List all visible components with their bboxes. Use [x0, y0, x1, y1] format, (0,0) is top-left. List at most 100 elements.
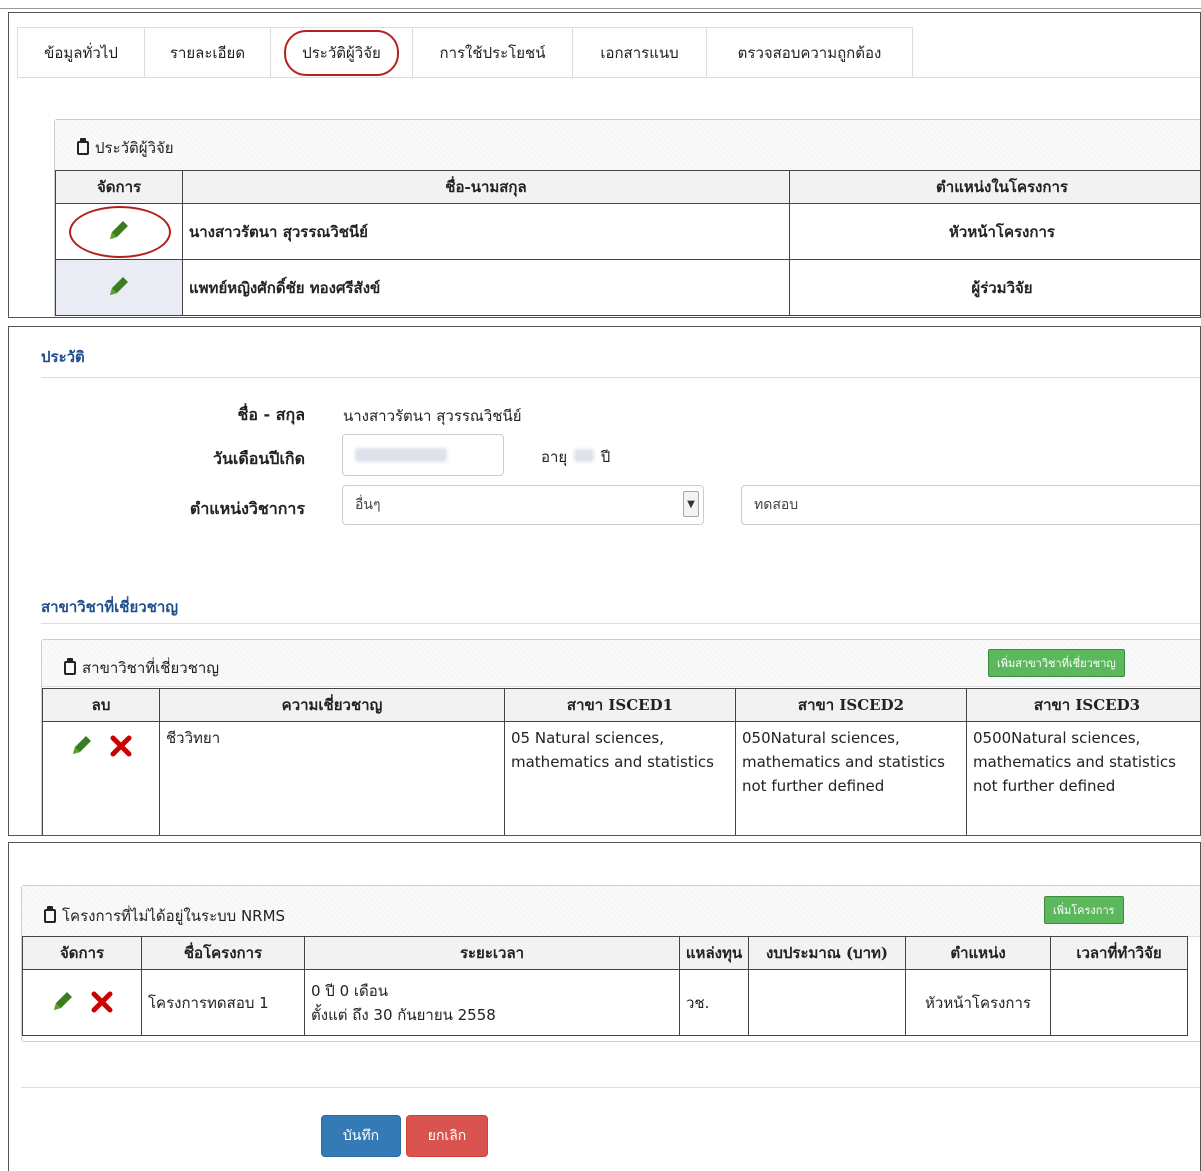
tab-attachments-label: เอกสารแนบ	[600, 43, 679, 62]
save-button[interactable]: บันทึก	[321, 1115, 401, 1157]
divider	[41, 377, 1200, 378]
researchers-panel-title-text: ประวัติผู้วิจัย	[95, 139, 174, 157]
col-fullname: ชื่อ-นามสกุล	[182, 170, 790, 204]
expertise-section-title: สาขาวิชาที่เชี่ยวชาญ	[41, 598, 179, 616]
position-other-value: ทดสอบ	[754, 497, 799, 513]
redacted-age	[574, 449, 595, 462]
name-label: ชื่อ - สกุล	[237, 405, 305, 424]
add-expertise-button[interactable]: เพิ่มสาขาวิชาที่เชี่ยวชาญ	[988, 649, 1125, 677]
expertise-table: ลบ ความเชี่ยวชาญ สาขา ISCED1 สาขา ISCED2…	[42, 688, 1200, 835]
researcher-role: ผู้ร่วมวิจัย	[789, 259, 1200, 316]
divider	[41, 623, 1200, 624]
delete-x-icon[interactable]	[109, 734, 133, 758]
tab-utilization-label: การใช้ประโยชน์	[439, 43, 546, 62]
project-funding: วช.	[679, 969, 749, 1036]
name-value: นางสาวรัตนา สุวรรณวิชนีย์	[343, 407, 522, 425]
duration-line-2: ตั้งแต่ ถึง 30 กันยายน 2558	[311, 1005, 496, 1024]
edit-pencil-icon[interactable]	[106, 273, 132, 299]
projects-frame: โครงการที่ไม่ได้อยู่ในระบบ NRMS เพิ่มโคร…	[8, 842, 1201, 1171]
duration-line-1: 0 ปี 0 เดือน	[311, 981, 389, 1000]
tab-general[interactable]: ข้อมูลทั่วไป	[17, 27, 145, 77]
profile-frame: ประวัติ ชื่อ - สกุล นางสาวรัตนา สุวรรณวิ…	[8, 326, 1201, 836]
researchers-table: จัดการ ชื่อ-นามสกุล ตำแหน่งในโครงการ นาง…	[55, 170, 1200, 316]
tab-utilization[interactable]: การใช้ประโยชน์	[413, 27, 573, 77]
tab-researcher-history[interactable]: ประวัติผู้วิจัย	[271, 27, 413, 77]
researchers-panel-header	[55, 120, 1200, 171]
col-delete: ลบ	[42, 688, 160, 722]
table-row: แพทย์หญิงศักดิ์ชัย ทองศรีสังข์ ผู้ร่วมวิ…	[55, 259, 1200, 316]
delete-x-icon[interactable]	[90, 990, 114, 1014]
col-isced2: สาขา ISCED2	[735, 688, 967, 722]
position-select[interactable]: อื่นๆ ▼	[342, 485, 704, 525]
project-research-time	[1050, 969, 1188, 1036]
expertise-panel-title-text: สาขาวิชาที่เชี่ยวชาญ	[82, 659, 220, 677]
cancel-button[interactable]: ยกเลิก	[406, 1115, 488, 1157]
project-name: โครงการทดสอบ 1	[141, 969, 305, 1036]
clipboard-icon	[77, 138, 89, 155]
manage-cell	[55, 259, 183, 316]
tab-attachments[interactable]: เอกสารแนบ	[573, 27, 707, 77]
projects-panel-title-text: โครงการที่ไม่ได้อยู่ในระบบ NRMS	[62, 907, 286, 925]
col-project-name: ชื่อโครงการ	[141, 936, 305, 970]
projects-panel-title: โครงการที่ไม่ได้อยู่ในระบบ NRMS	[44, 904, 285, 928]
profile-section-title: ประวัติ	[41, 348, 85, 366]
researchers-panel: ประวัติผู้วิจัย จัดการ ชื่อ-นามสกุล ตำแห…	[54, 119, 1200, 317]
project-position: หัวหน้าโครงการ	[905, 969, 1051, 1036]
projects-panel: โครงการที่ไม่ได้อยู่ในระบบ NRMS เพิ่มโคร…	[21, 885, 1200, 1042]
age-label: อายุ ปี	[541, 445, 610, 469]
table-row: ชีววิทยา 05 Natural sciences, mathematic…	[42, 721, 1200, 835]
position-label: ตำแหน่งวิชาการ	[189, 499, 305, 518]
top-cropped-strip	[0, 0, 1201, 9]
chevron-down-icon: ▼	[683, 491, 699, 517]
add-project-button[interactable]: เพิ่มโครงการ	[1044, 896, 1124, 924]
isced1-value: 05 Natural sciences, mathematics and sta…	[504, 721, 736, 835]
tab-details-label: รายละเอียด	[169, 43, 246, 62]
edit-pencil-icon[interactable]	[50, 988, 76, 1014]
birthdate-input[interactable]	[342, 434, 504, 476]
isced3-value: 0500Natural sciences, mathematics and st…	[966, 721, 1200, 835]
researcher-name: นางสาวรัตนา สุวรรณวิชนีย์	[182, 203, 790, 260]
clipboard-icon	[64, 658, 76, 675]
birthdate-label: วันเดือนปีเกิด	[212, 449, 305, 468]
divider	[21, 1087, 1200, 1088]
expertise-panel-title: สาขาวิชาที่เชี่ยวชาญ	[64, 656, 219, 680]
project-duration: 0 ปี 0 เดือน ตั้งแต่ ถึง 30 กันยายน 2558	[304, 969, 680, 1036]
expertise-panel: สาขาวิชาที่เชี่ยวชาญ เพิ่มสาขาวิชาที่เชี…	[41, 639, 1200, 835]
researcher-role: หัวหน้าโครงการ	[789, 203, 1200, 260]
tab-bar: ข้อมูลทั่วไป รายละเอียด ประวัติผู้วิจัย …	[17, 27, 913, 77]
age-label-text: อายุ	[541, 448, 568, 466]
tab-general-label: ข้อมูลทั่วไป	[44, 43, 118, 62]
table-row: นางสาวรัตนา สุวรรณวิชนีย์ หัวหน้าโครงการ	[55, 203, 1200, 260]
col-isced1: สาขา ISCED1	[504, 688, 736, 722]
position-selected-value: อื่นๆ	[355, 497, 381, 513]
col-position: ตำแหน่ง	[905, 936, 1051, 970]
col-budget: งบประมาณ (บาท)	[748, 936, 906, 970]
col-funding: แหล่งทุน	[679, 936, 749, 970]
tab-verify-label: ตรวจสอบความถูกต้อง	[737, 43, 882, 62]
isced2-value: 050Natural sciences, mathematics and sta…	[735, 721, 967, 835]
projects-table: จัดการ ชื่อโครงการ ระยะเวลา แหล่งทุน งบป…	[22, 936, 1188, 1036]
table-row: โครงการทดสอบ 1 0 ปี 0 เดือน ตั้งแต่ ถึง …	[22, 969, 1188, 1036]
actions-cell	[22, 969, 142, 1036]
col-duration: ระยะเวลา	[304, 936, 680, 970]
col-research-time: เวลาที่ทำวิจัย	[1050, 936, 1188, 970]
researcher-name: แพทย์หญิงศักดิ์ชัย ทองศรีสังข์	[182, 259, 790, 316]
edit-pencil-icon[interactable]	[69, 732, 95, 758]
expertise-field: ชีววิทยา	[159, 721, 505, 835]
col-manage: จัดการ	[55, 170, 183, 204]
col-expertise: ความเชี่ยวชาญ	[159, 688, 505, 722]
position-other-input[interactable]: ทดสอบ	[741, 485, 1200, 525]
col-project-role: ตำแหน่งในโครงการ	[789, 170, 1200, 204]
highlight-ring	[69, 206, 171, 258]
tab-details[interactable]: รายละเอียด	[145, 27, 271, 77]
col-isced3: สาขา ISCED3	[966, 688, 1200, 722]
researchers-panel-title: ประวัติผู้วิจัย	[77, 136, 174, 160]
age-unit: ปี	[600, 448, 611, 466]
actions-cell	[42, 721, 160, 835]
redacted-value	[355, 448, 447, 462]
tab-verify[interactable]: ตรวจสอบความถูกต้อง	[707, 27, 913, 77]
tab-underline	[17, 77, 1200, 78]
project-budget	[748, 969, 906, 1036]
col-manage: จัดการ	[22, 936, 142, 970]
clipboard-icon	[44, 906, 56, 923]
